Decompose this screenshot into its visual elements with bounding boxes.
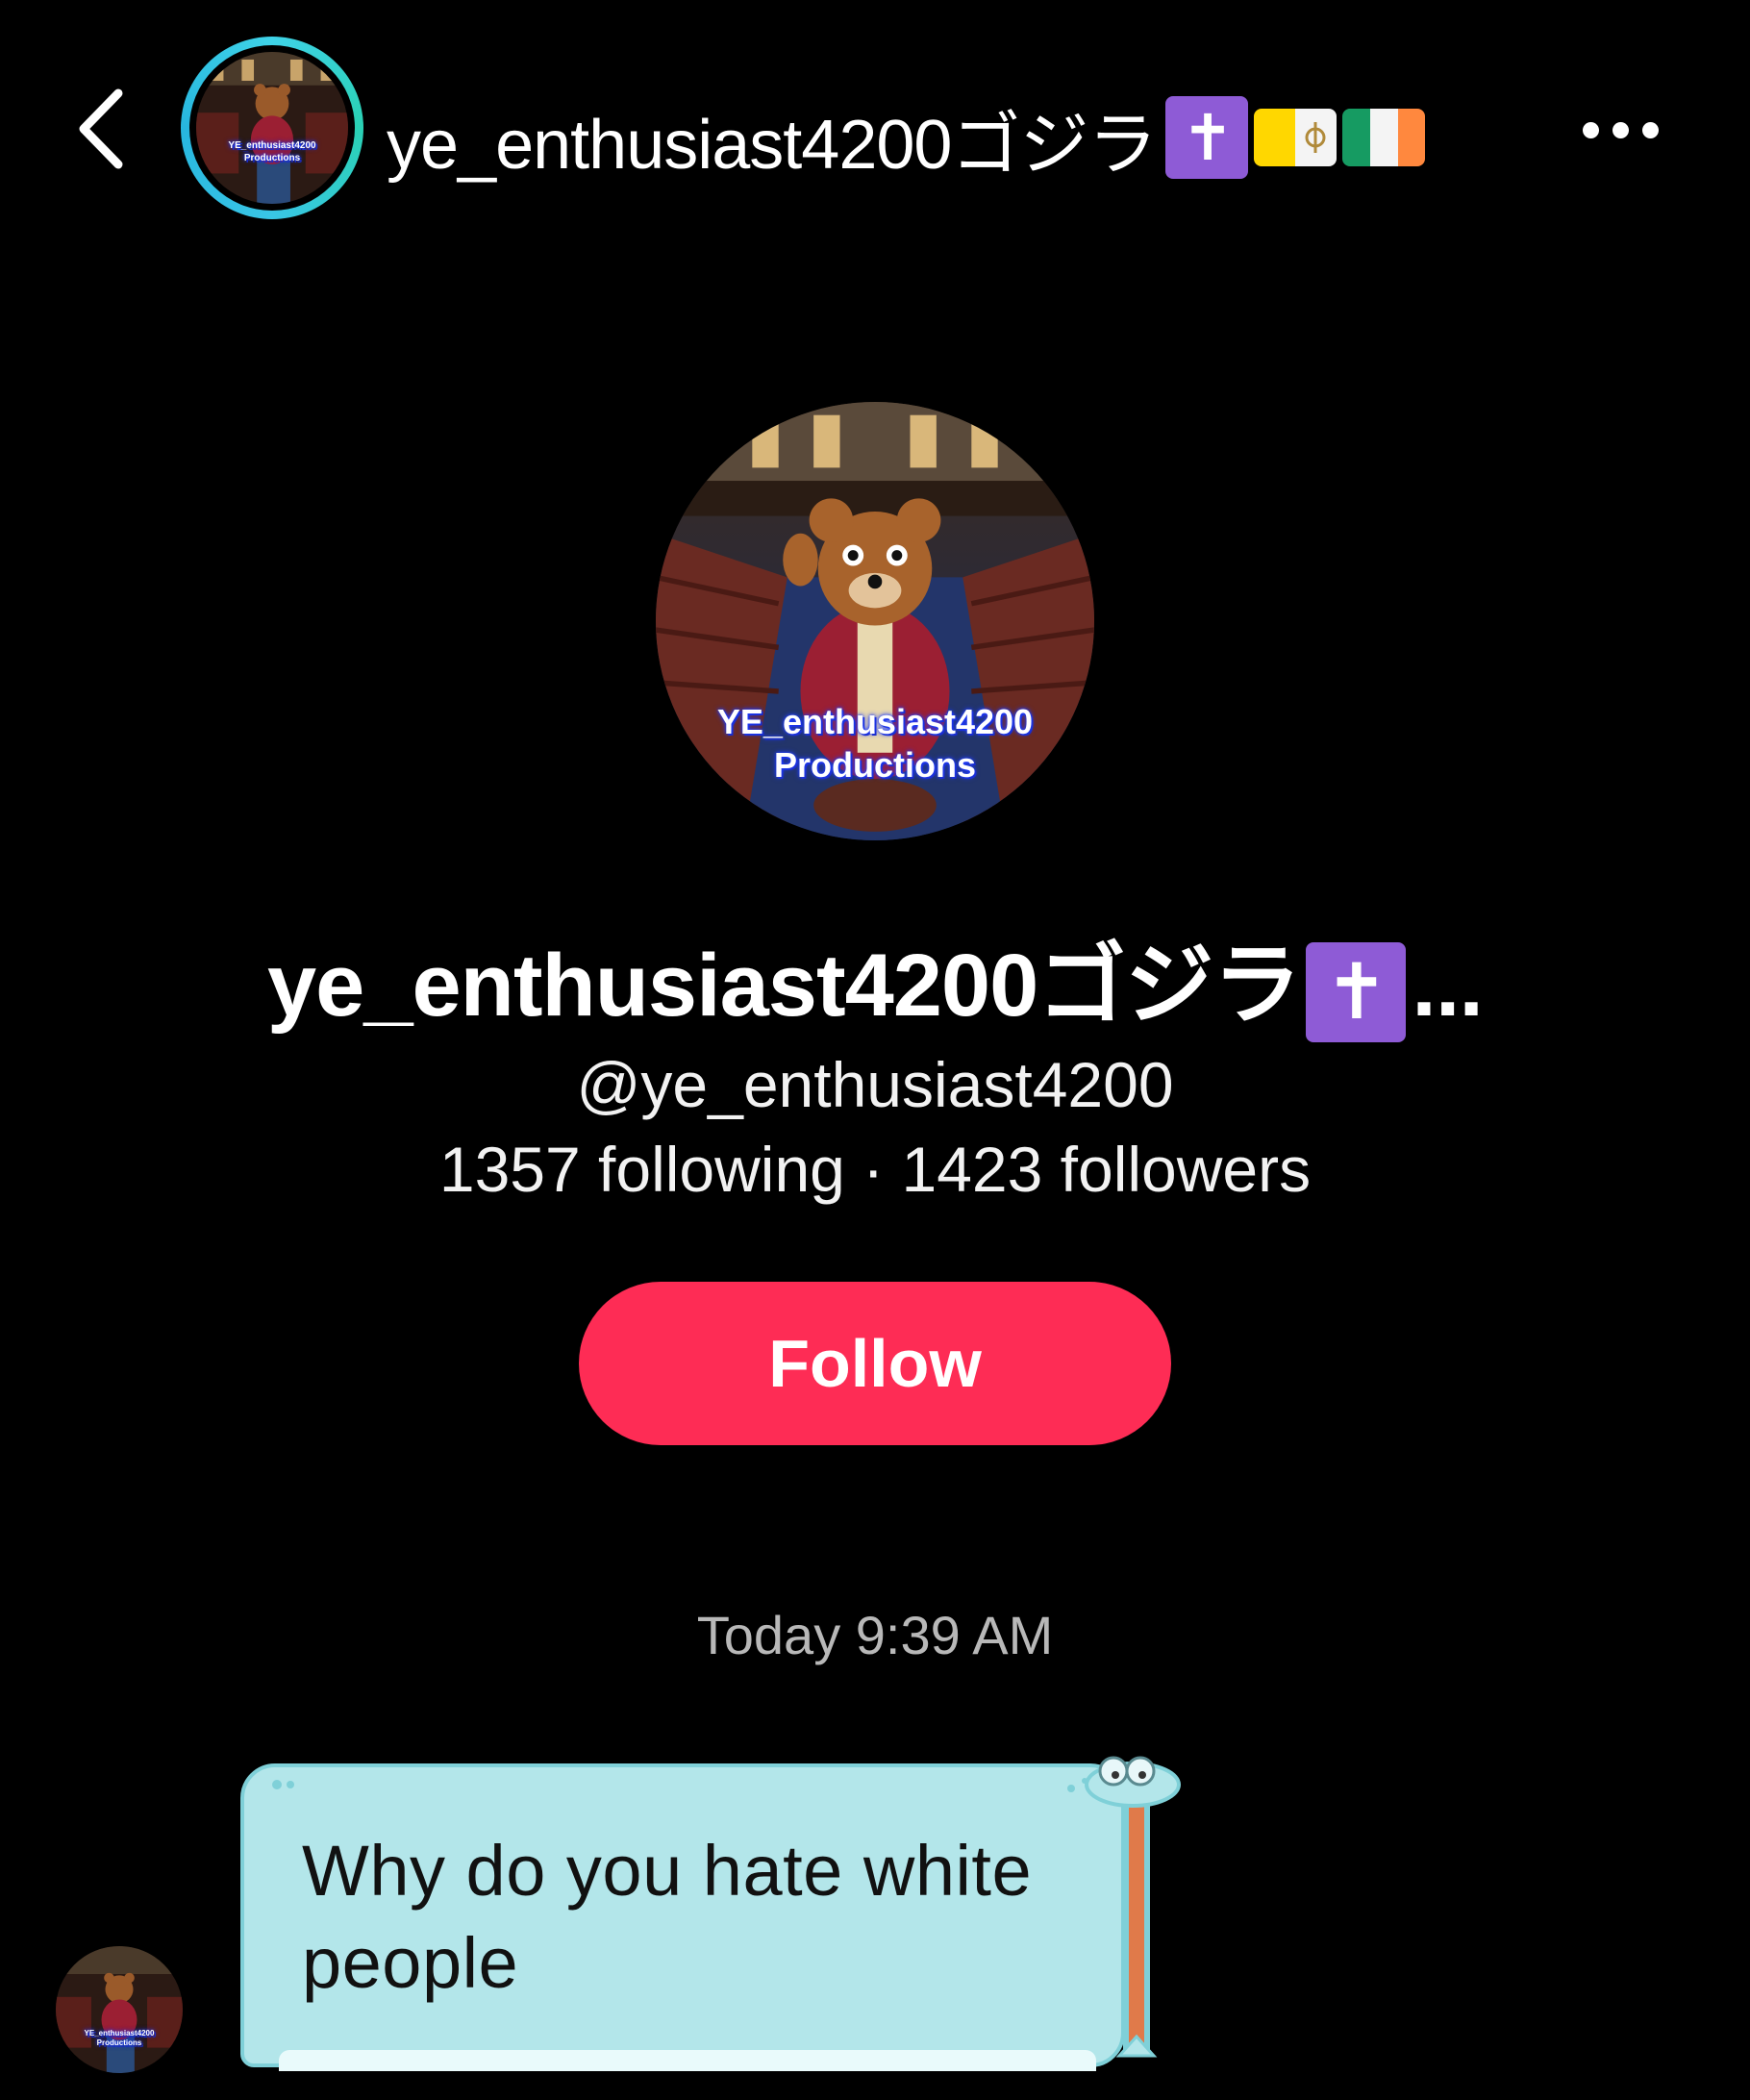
ireland-flag-icon [1342,109,1426,166]
profile-stats: 1357 following · 1423 followers [0,1133,1750,1206]
chat-header: YE_enthusiast4200 Productions ye_enthusi… [0,0,1750,260]
message-sender-avatar[interactable]: YE_enthusiast4200 Productions [56,1946,183,2073]
stats-separator: · [844,1134,902,1205]
latin-cross-emoji-icon: ✝ [1306,941,1407,1042]
header-avatar[interactable]: YE_enthusiast4200 Productions [181,37,363,219]
profile-handle: @ye_enthusiast4200 [576,1049,1174,1120]
profile-display-name: ye_enthusiast4200ゴジラ ✝... [0,913,1750,1042]
vatican-flag-icon [1254,109,1338,166]
profile-avatar-caption: YE_enthusiast4200 Productions [716,702,1034,785]
header-username-text: ye_enthusiast4200ゴジラ [387,106,1157,184]
ellipsis-icon [1582,121,1599,138]
header-username[interactable]: ye_enthusiast4200ゴジラ ✝ [387,85,1426,190]
follow-button[interactable]: Follow [579,1282,1171,1445]
followers-count[interactable]: 1423 followers [902,1134,1312,1205]
bubble-bottom-highlight [279,2050,1096,2071]
profile-avatar-image: YE_enthusiast4200 Productions [656,402,1094,840]
more-options-button[interactable] [1567,96,1673,163]
message-timestamp: Today 9:39 AM [696,1605,1054,1665]
profile-avatar[interactable]: YE_enthusiast4200 Productions [656,402,1094,840]
chevron-left-icon [79,88,123,169]
header-avatar-image: YE_enthusiast4200 Productions [196,52,348,204]
following-count[interactable]: 1357 following [439,1134,845,1205]
bubble-frog-decoration-icon [1067,1756,1181,2058]
message-bubble[interactable]: Why do you hate white people [240,1763,1125,2067]
back-button[interactable] [58,81,144,177]
message-text: Why do you hate white people [302,1831,1033,2003]
latin-cross-emoji-icon: ✝ [1165,96,1249,179]
